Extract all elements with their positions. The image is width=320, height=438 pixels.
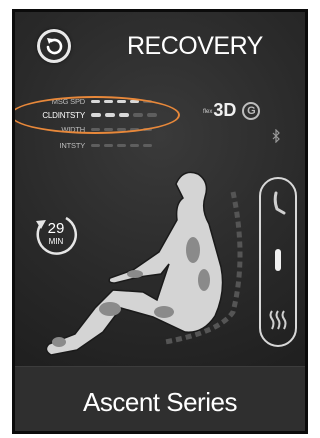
- footer-bar: Ascent Series: [15, 366, 305, 431]
- refresh-back-icon: [40, 32, 68, 60]
- level-dot: [117, 143, 126, 147]
- param-row-intensity[interactable]: INTSTY: [25, 140, 152, 150]
- g-badge-icon: G: [242, 101, 261, 120]
- position-slider[interactable]: [261, 247, 295, 273]
- mode-indicator: flex 3D G: [203, 100, 261, 121]
- position-control-panel: [259, 177, 297, 347]
- recline-button[interactable]: [261, 191, 295, 221]
- position-slider-icon: [275, 249, 281, 271]
- body-figure-illustration: [45, 171, 243, 356]
- page-title: RECOVERY: [127, 32, 263, 60]
- level-dots: [91, 143, 152, 147]
- highlight-ellipse: [15, 96, 180, 134]
- heat-button[interactable]: [261, 309, 295, 331]
- level-dot: [130, 143, 139, 147]
- mode-3d-label: 3D: [213, 100, 237, 120]
- param-label: INTSTY: [59, 140, 86, 150]
- series-name: Ascent Series: [83, 387, 237, 417]
- mode-small-label: flex: [203, 108, 213, 115]
- level-dot: [143, 143, 152, 147]
- level-dot: [91, 143, 100, 147]
- heat-waves-icon: [269, 310, 287, 330]
- back-button[interactable]: [37, 29, 71, 63]
- recline-seat-icon: [273, 191, 286, 215]
- device-frame: RECOVERY MSG SPD CLDINTSTY WIDTH INTSTY …: [12, 9, 308, 434]
- level-dot: [104, 143, 113, 147]
- bluetooth-icon: [272, 129, 280, 143]
- main-screen: RECOVERY MSG SPD CLDINTSTY WIDTH INTSTY …: [15, 12, 305, 366]
